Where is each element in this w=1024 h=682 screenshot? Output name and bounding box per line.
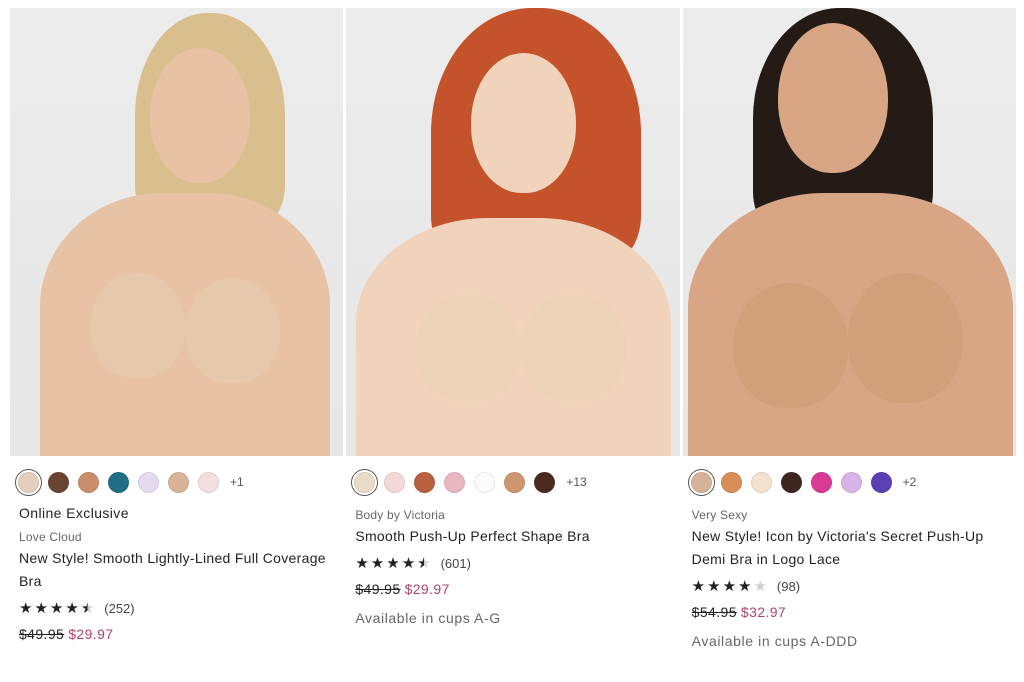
color-swatch[interactable] — [750, 471, 772, 493]
product-grid: +1 Online Exclusive Love Cloud New Style… — [0, 0, 1024, 649]
brand-name: Love Cloud — [19, 530, 82, 544]
color-swatch[interactable] — [810, 471, 832, 493]
star-icon: ★ — [417, 555, 431, 572]
color-swatch[interactable] — [780, 471, 802, 493]
product-name-link[interactable]: New Style! Icon by Victoria's Secret Pus… — [692, 525, 1016, 571]
color-swatch[interactable] — [78, 471, 99, 493]
review-count[interactable]: (98) — [777, 579, 800, 594]
rating[interactable]: ★ ★ ★ ★ ★ (601) — [355, 556, 679, 571]
review-count[interactable]: (252) — [104, 601, 134, 616]
sale-price: $29.97 — [68, 626, 114, 642]
color-swatch[interactable] — [108, 471, 129, 493]
more-colors-count[interactable]: +13 — [566, 475, 586, 489]
original-price: $49.95 — [19, 626, 65, 642]
star-icon: ★ — [355, 555, 369, 572]
star-icon: ★ — [707, 578, 721, 595]
figure-bra — [90, 273, 185, 378]
color-swatch[interactable] — [198, 471, 219, 493]
star-icon: ★ — [80, 600, 95, 617]
original-price: $49.95 — [355, 581, 401, 597]
color-swatch[interactable] — [687, 468, 715, 496]
price: $49.95 $29.97 — [19, 626, 343, 642]
star-icon: ★ — [370, 555, 385, 572]
figure-bra — [185, 278, 280, 383]
color-swatch[interactable] — [840, 471, 862, 493]
color-swatch[interactable] — [414, 471, 436, 493]
figure-head — [150, 48, 250, 183]
figure-bra — [847, 273, 963, 403]
color-swatches: +13 — [346, 468, 679, 496]
figure-head — [777, 23, 888, 173]
product-card[interactable]: +13 Body by Victoria Smooth Push-Up Perf… — [346, 8, 680, 649]
product-image[interactable] — [346, 8, 680, 456]
color-swatch[interactable] — [870, 471, 892, 493]
brand-name: Body by Victoria — [355, 508, 446, 522]
figure-bra — [416, 293, 522, 403]
star-icon: ★ — [691, 578, 706, 595]
color-swatch[interactable] — [351, 468, 379, 496]
original-price: $54.95 — [691, 604, 737, 620]
product-image[interactable] — [682, 8, 1016, 456]
star-icon: ★ — [386, 555, 400, 572]
star-icon: ★ — [65, 600, 79, 617]
color-swatch[interactable] — [504, 471, 526, 493]
star-icon: ★ — [722, 578, 737, 595]
product-name-link[interactable]: Smooth Push-Up Perfect Shape Bra — [355, 525, 679, 548]
star-icon: ★ — [738, 578, 752, 595]
figure-bra — [521, 293, 627, 403]
star-icon: ★ — [49, 600, 64, 617]
color-swatch[interactable] — [168, 471, 189, 493]
product-image[interactable] — [10, 8, 344, 456]
star-icon: ★ — [19, 600, 33, 617]
figure-bra — [732, 283, 848, 408]
figure-head — [471, 53, 577, 193]
more-colors-count[interactable]: +2 — [903, 475, 917, 489]
price: $54.95 $32.97 — [692, 604, 1016, 620]
more-colors-count[interactable]: +1 — [230, 475, 244, 489]
review-count[interactable]: (601) — [441, 556, 471, 571]
color-swatch[interactable] — [384, 471, 406, 493]
color-swatch[interactable] — [48, 471, 69, 493]
price: $49.95 $29.97 — [355, 581, 679, 597]
star-icon: ★ — [401, 555, 416, 572]
color-swatch[interactable] — [138, 471, 159, 493]
color-swatches: +2 — [683, 468, 1016, 496]
star-icon: ★ — [753, 578, 767, 595]
star-icon: ★ — [34, 600, 48, 617]
brand-name: Very Sexy — [691, 508, 748, 522]
sale-price: $32.97 — [740, 604, 787, 620]
product-card[interactable]: +2 Very Sexy New Style! Icon by Victoria… — [682, 8, 1016, 649]
online-exclusive-flag: Online Exclusive — [19, 505, 129, 521]
product-card[interactable]: +1 Online Exclusive Love Cloud New Style… — [10, 8, 344, 649]
cup-availability: Available in cups A-DDD — [691, 633, 858, 649]
rating[interactable]: ★ ★ ★ ★ ★ (98) — [692, 579, 1016, 594]
sale-price: $29.97 — [404, 581, 450, 597]
color-swatches: +1 — [10, 468, 343, 496]
color-swatch[interactable] — [534, 471, 556, 493]
color-swatch[interactable] — [15, 468, 42, 496]
rating[interactable]: ★ ★ ★ ★ ★ (252) — [19, 601, 343, 616]
cup-availability: Available in cups A-G — [355, 610, 501, 626]
product-name-link[interactable]: New Style! Smooth Lightly-Lined Full Cov… — [19, 547, 343, 593]
color-swatch[interactable] — [474, 471, 496, 493]
color-swatch[interactable] — [444, 471, 466, 493]
color-swatch[interactable] — [720, 471, 742, 493]
